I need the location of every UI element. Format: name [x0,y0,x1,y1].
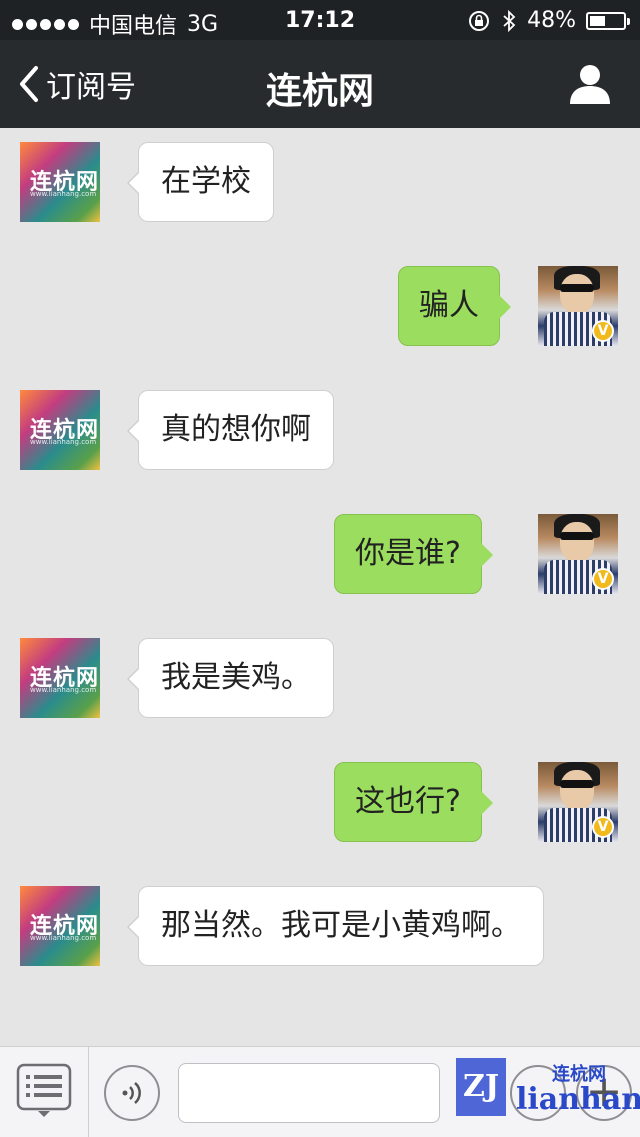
message-bubble[interactable]: 真的想你啊 [127,390,334,470]
voice-button[interactable] [104,1065,160,1121]
battery-percent: 48% [527,8,576,33]
message-bubble[interactable]: 我是美鸡。 [127,638,334,718]
chevron-left-icon [20,66,38,102]
account-avatar[interactable]: 连杭网 www.lianhang.com [20,142,100,222]
status-bar: 中国电信 3G 17:12 48% [0,0,640,40]
back-label: 订阅号 [46,70,136,105]
back-button[interactable]: 订阅号 [18,62,136,106]
message-bubble[interactable]: 在学校 [127,142,274,222]
message-bubble[interactable]: 这也行? [334,762,493,842]
voice-icon [122,1082,141,1104]
message-input[interactable] [178,1063,440,1123]
account-avatar[interactable]: 连杭网 www.lianhang.com [20,886,100,966]
message-bubble[interactable]: 骗人 [398,266,511,346]
battery-icon [586,11,630,30]
account-avatar[interactable]: 连杭网 www.lianhang.com [20,390,100,470]
user-avatar[interactable]: V [538,266,618,346]
nav-bar: 订阅号 连杭网 [0,40,640,128]
message-incoming: 连杭网 www.lianhang.com 我是美鸡。 [0,638,640,728]
message-outgoing: 骗人 V [0,266,640,356]
profile-icon[interactable] [568,62,612,106]
input-bar: + [0,1046,640,1137]
account-avatar[interactable]: 连杭网 www.lianhang.com [20,638,100,718]
message-outgoing: 这也行? V [0,762,640,852]
message-incoming: 连杭网 www.lianhang.com 在学校 [0,142,640,232]
user-avatar[interactable]: V [538,514,618,594]
chat-messages[interactable]: 连杭网 www.lianhang.com 在学校 骗人 V 连杭网 www.li… [0,128,640,1046]
user-avatar[interactable]: V [538,762,618,842]
verified-badge-icon: V [592,816,614,838]
menu-toggle-icon[interactable] [14,1061,74,1121]
add-attachment-button[interactable]: + [576,1065,632,1121]
verified-badge-icon: V [592,568,614,590]
message-incoming: 连杭网 www.lianhang.com 真的想你啊 [0,390,640,480]
message-outgoing: 你是谁? V [0,514,640,604]
emoji-button[interactable] [510,1065,566,1121]
message-incoming: 连杭网 www.lianhang.com 那当然。我可是小黄鸡啊。 [0,886,640,1016]
divider [88,1047,89,1137]
bluetooth-icon [503,9,516,32]
message-bubble[interactable]: 那当然。我可是小黄鸡啊。 [127,886,544,966]
verified-badge-icon: V [592,320,614,342]
rotation-lock-icon [469,10,490,31]
message-bubble[interactable]: 你是谁? [334,514,493,594]
